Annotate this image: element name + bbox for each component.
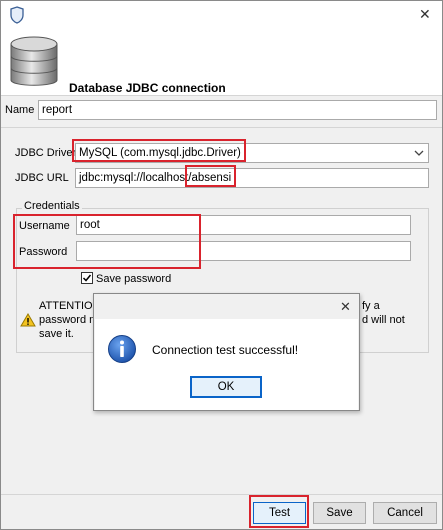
credentials-highlight-box: [13, 214, 201, 269]
message-dialog: ✕ Connection test successful! OK: [93, 293, 360, 411]
warning-icon: [20, 313, 36, 330]
ok-button[interactable]: OK: [190, 376, 262, 398]
header-panel: Database JDBC connection: [1, 29, 442, 95]
attention-text-2: password n: [39, 314, 96, 326]
close-icon[interactable]: ✕: [419, 6, 431, 23]
attention-text-3: save it.: [39, 328, 74, 340]
credentials-title: Credentials: [22, 200, 82, 212]
dialog-close-icon[interactable]: ✕: [340, 299, 351, 315]
name-divider: [1, 127, 442, 128]
cancel-button[interactable]: Cancel: [373, 502, 437, 524]
database-icon: [7, 34, 61, 95]
attention-text-right-2: d will not: [362, 314, 405, 326]
test-highlight-box: [249, 495, 309, 528]
url-label: JDBC URL: [15, 172, 69, 184]
name-field[interactable]: report: [38, 100, 437, 120]
footer-divider: [1, 494, 442, 495]
header-title: Database JDBC connection: [69, 81, 226, 95]
title-bar: ✕: [1, 1, 442, 29]
info-icon: [107, 334, 137, 367]
url-highlight-box: [185, 165, 236, 187]
save-button[interactable]: Save: [313, 502, 366, 524]
save-password-checkbox[interactable]: [81, 272, 93, 284]
dialog-message: Connection test successful!: [152, 343, 299, 357]
chevron-down-icon[interactable]: [414, 144, 424, 162]
save-password-label: Save password: [96, 273, 172, 285]
driver-label: JDBC Driver: [15, 147, 77, 159]
driver-highlight-box: [72, 139, 246, 162]
attention-text-1: ATTENTION: [39, 300, 101, 312]
url-field[interactable]: jdbc:mysql://localhost/absensi: [75, 168, 429, 188]
url-field-base: jdbc:mysql://localhost/: [79, 172, 192, 184]
header-divider: [1, 95, 442, 96]
app-shield-icon: [9, 6, 25, 27]
attention-text-right-1: fy a: [362, 300, 380, 312]
name-label: Name: [5, 104, 35, 116]
